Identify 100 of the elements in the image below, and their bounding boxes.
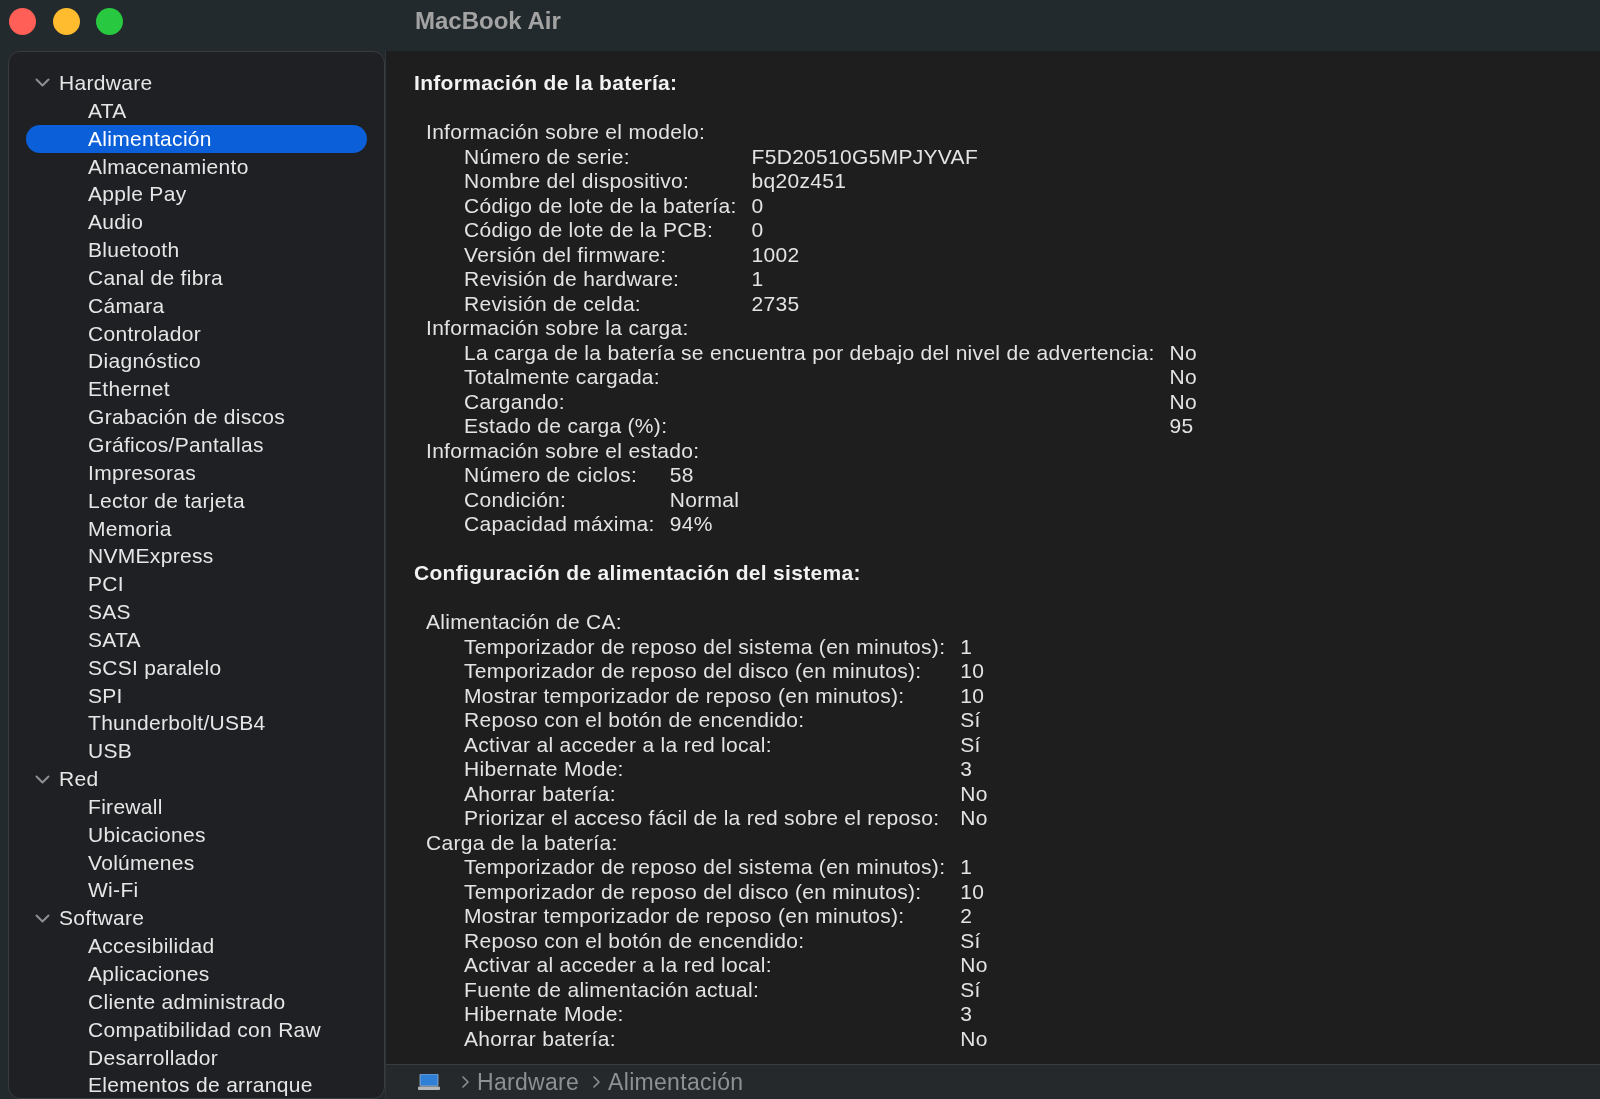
- sidebar-item[interactable]: Audio: [26, 208, 367, 237]
- info-value: 58: [669, 463, 694, 488]
- info-value: 1002: [751, 242, 800, 267]
- group-label: Información sobre el modelo:: [426, 120, 706, 145]
- breadcrumb-item[interactable]: Alimentación: [608, 1069, 744, 1095]
- sidebar-item[interactable]: Cliente administrado: [26, 987, 367, 1016]
- sidebar-item[interactable]: Controlador: [26, 319, 367, 348]
- info-label: Capacidad máxima:: [464, 512, 655, 537]
- info-value: 1: [960, 634, 973, 659]
- sidebar-item[interactable]: Impresoras: [26, 458, 367, 487]
- sidebar-item[interactable]: Almacenamiento: [26, 152, 367, 181]
- group-label: Información sobre la carga:: [426, 316, 689, 341]
- info-value: 94%: [669, 512, 713, 537]
- sidebar-item[interactable]: SCSI paralelo: [26, 653, 367, 682]
- info-label: Versión del firmware:: [464, 242, 667, 267]
- info-value: No: [960, 781, 988, 806]
- sidebar-item[interactable]: Volúmenes: [26, 848, 367, 877]
- info-label: Temporizador de reposo del disco (en minutos):: [464, 659, 922, 684]
- sidebar-item[interactable]: Grabación de discos: [26, 403, 367, 431]
- sidebar-item[interactable]: SPI: [26, 681, 367, 710]
- sidebar-section[interactable]: Hardware: [26, 69, 153, 97]
- sidebar-item[interactable]: Alimentación: [26, 124, 367, 153]
- group-label: Alimentación de CA:: [426, 610, 622, 635]
- info-value: 10: [960, 659, 985, 684]
- sidebar-item[interactable]: Ethernet: [26, 375, 367, 404]
- window-title: MacBook Air: [415, 6, 561, 36]
- close-icon[interactable]: [9, 7, 36, 35]
- info-value: No: [960, 806, 988, 831]
- sidebar-item[interactable]: USB: [26, 737, 367, 766]
- sidebar-item[interactable]: Canal de fibra: [26, 263, 367, 292]
- sidebar-item[interactable]: Accesibilidad: [26, 932, 367, 960]
- minimize-icon[interactable]: [52, 7, 80, 35]
- info-label: Hibernate Mode:: [464, 757, 624, 782]
- sidebar-item[interactable]: PCI: [26, 570, 367, 599]
- info-label: La carga de la batería se encuentra por debajo del nivel de advertencia:: [464, 340, 1155, 365]
- info-label: Priorizar el acceso fácil de la red sobre el reposo:: [464, 806, 940, 831]
- section-heading: Configuración de alimentación del sistema:: [414, 561, 861, 586]
- info-value: 3: [960, 757, 973, 782]
- info-label: Revisión de celda:: [464, 291, 641, 316]
- sidebar-section[interactable]: Software: [26, 904, 145, 933]
- sidebar-item[interactable]: SAS: [26, 598, 367, 626]
- info-label: Mostrar temporizador de reposo (en minutos):: [464, 904, 905, 929]
- chevron-right-icon: [462, 1076, 469, 1088]
- sidebar-item[interactable]: Elementos de arranque: [26, 1071, 367, 1098]
- sidebar-item[interactable]: ATA: [26, 96, 367, 125]
- info-label: Reposo con el botón de encendido:: [464, 928, 805, 953]
- sidebar-item[interactable]: Cámara: [26, 291, 367, 320]
- sidebar-item[interactable]: Firewall: [26, 792, 367, 821]
- sidebar-section[interactable]: Red: [26, 765, 99, 793]
- group-label: Información sobre el estado:: [426, 438, 700, 463]
- info-value: Sí: [960, 977, 981, 1002]
- info-label: Temporizador de reposo del sistema (en minutos):: [464, 634, 946, 659]
- sidebar-item[interactable]: Gráficos/Pantallas: [26, 430, 367, 459]
- sidebar-item[interactable]: Thunderbolt/USB4: [26, 709, 367, 738]
- sidebar-item[interactable]: Diagnóstico: [26, 347, 367, 376]
- sidebar-item[interactable]: Bluetooth: [26, 236, 367, 264]
- sidebar-item[interactable]: Aplicaciones: [26, 960, 367, 988]
- breadcrumb-item[interactable]: Hardware: [477, 1069, 580, 1095]
- info-label: Mostrar temporizador de reposo (en minutos):: [464, 683, 905, 708]
- sidebar-item[interactable]: Memoria: [26, 514, 367, 543]
- laptop-icon: [418, 1074, 440, 1090]
- info-value: Sí: [960, 732, 981, 757]
- info-value: 1: [751, 267, 764, 292]
- info-value: No: [960, 1026, 988, 1051]
- info-label: Totalmente cargada:: [464, 365, 660, 390]
- info-value: No: [1169, 340, 1197, 365]
- sidebar-item[interactable]: SATA: [26, 625, 367, 654]
- info-label: Activar al acceder a la red local:: [464, 732, 772, 757]
- sidebar-item[interactable]: Desarrollador: [26, 1043, 367, 1072]
- sidebar-item[interactable]: NVMExpress: [26, 542, 367, 571]
- info-label: Activar al acceder a la red local:: [464, 953, 772, 978]
- info-value: 1: [960, 855, 973, 880]
- info-label: Código de lote de la batería:: [464, 193, 737, 218]
- info-value: 95: [1169, 414, 1194, 439]
- chevron-right-icon: [593, 1076, 601, 1088]
- info-label: Revisión de hardware:: [464, 267, 680, 292]
- info-value: 0: [751, 218, 764, 243]
- info-value: 2735: [751, 291, 800, 316]
- info-label: Ahorrar batería:: [464, 1026, 616, 1051]
- sidebar-item[interactable]: Lector de tarjeta: [26, 486, 367, 515]
- info-label: Fuente de alimentación actual:: [464, 977, 759, 1002]
- zoom-icon[interactable]: [96, 7, 123, 35]
- info-value: 10: [960, 879, 985, 904]
- section-heading: Información de la batería:: [414, 71, 678, 96]
- info-value: No: [1169, 365, 1197, 390]
- sidebar-item[interactable]: Compatibilidad con Raw: [26, 1015, 367, 1044]
- info-value: 10: [960, 683, 985, 708]
- info-value: 2: [960, 904, 973, 929]
- sidebar-item[interactable]: Apple Pay: [26, 180, 367, 209]
- info-label: Hibernate Mode:: [464, 1002, 624, 1027]
- info-label: Cargando:: [464, 389, 565, 414]
- sidebar-item[interactable]: Ubicaciones: [26, 820, 367, 849]
- info-value: 3: [960, 1002, 973, 1027]
- group-label: Carga de la batería:: [426, 830, 618, 855]
- info-label: Número de serie:: [464, 144, 630, 169]
- info-label: Estado de carga (%):: [464, 414, 668, 439]
- info-label: Ahorrar batería:: [464, 781, 616, 806]
- info-value: Normal: [669, 487, 740, 512]
- sidebar-item[interactable]: Wi-Fi: [26, 876, 367, 905]
- info-label: Condición:: [464, 487, 567, 512]
